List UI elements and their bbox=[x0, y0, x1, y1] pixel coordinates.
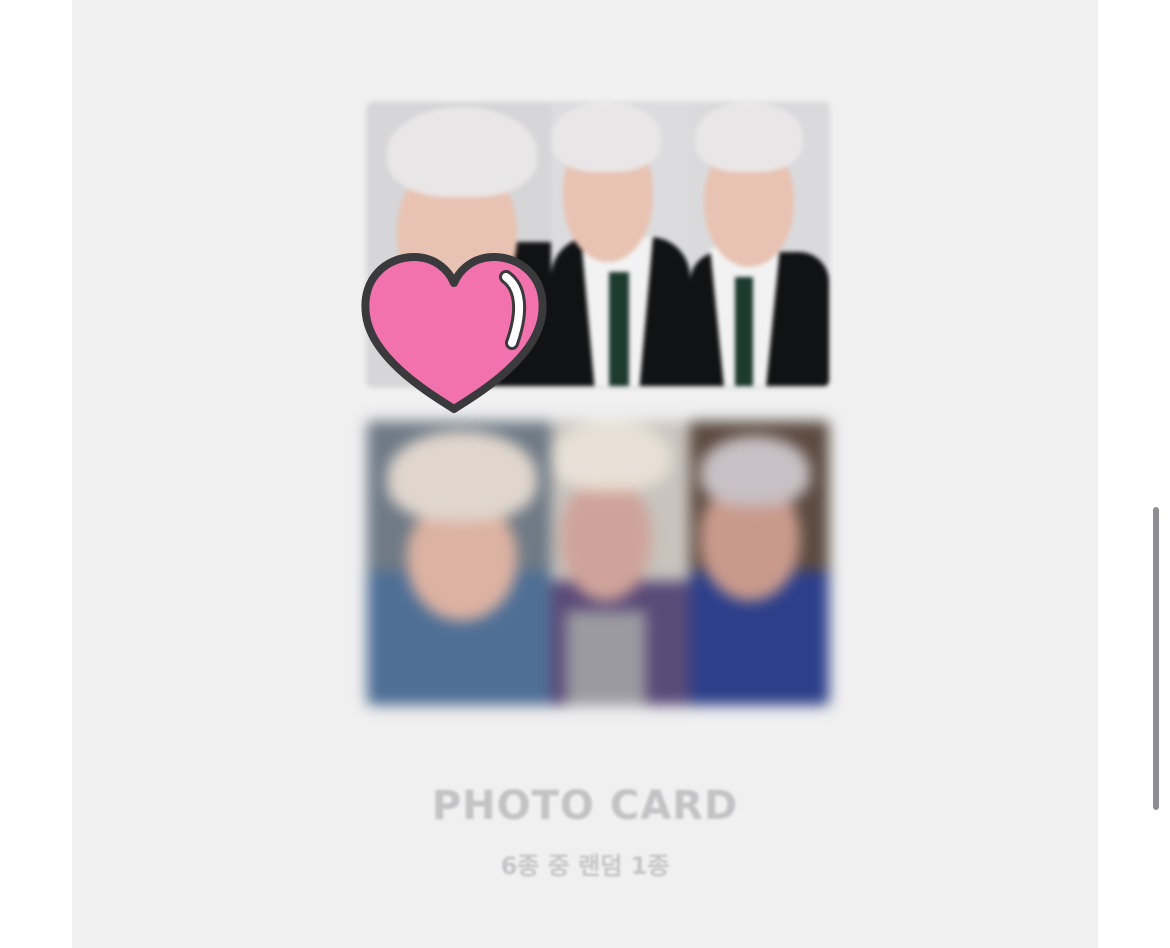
vertical-scrollbar[interactable] bbox=[1153, 507, 1159, 810]
photocard-subtitle: 6종 중 랜덤 1종 bbox=[500, 852, 670, 880]
photocard-image-3 bbox=[690, 102, 829, 386]
photocard-image-2 bbox=[551, 102, 690, 386]
photocard-group-bottom bbox=[367, 421, 829, 705]
heart-icon bbox=[361, 253, 547, 413]
photocard-image-5 bbox=[551, 421, 690, 705]
photocard-title: PHOTO CARD bbox=[431, 783, 739, 829]
photocard-image-6 bbox=[690, 421, 829, 705]
page: PHOTO CARD 6종 중 랜덤 1종 bbox=[0, 0, 1170, 948]
photocard-image-4 bbox=[367, 421, 551, 705]
